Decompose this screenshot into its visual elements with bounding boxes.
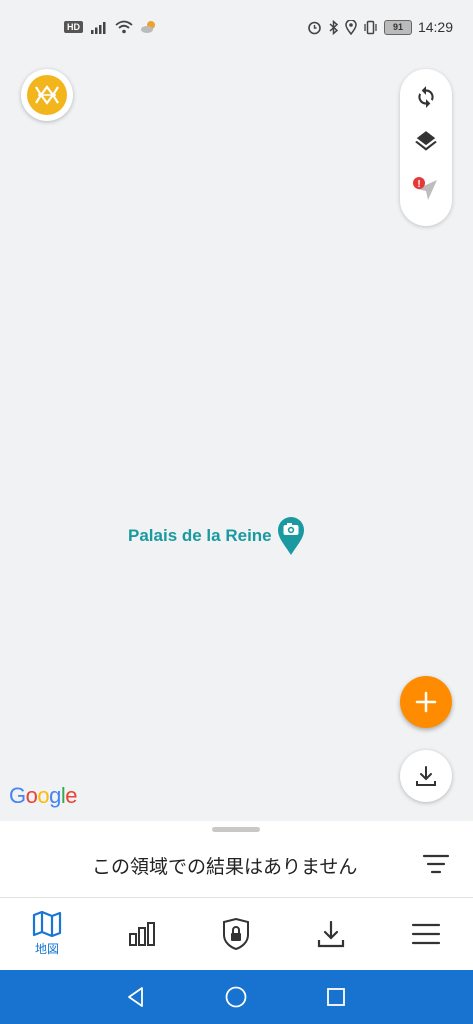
camera-pin-icon	[277, 517, 304, 555]
google-logo-letter: o	[25, 783, 38, 808]
home-button[interactable]	[223, 984, 249, 1010]
status-bar: HD 91 14:29	[0, 0, 473, 60]
location-icon	[345, 19, 357, 35]
filter-button[interactable]	[422, 853, 450, 881]
download-icon	[317, 920, 345, 948]
back-icon	[128, 987, 143, 1007]
google-logo-letter: g	[49, 783, 61, 808]
nav-item-security[interactable]	[189, 898, 283, 970]
status-right: 91 14:29	[307, 19, 453, 35]
signal-icon	[91, 21, 106, 34]
recents-button[interactable]	[323, 984, 349, 1010]
results-sheet[interactable]: この領域での結果はありません	[0, 821, 473, 897]
logo-icon	[35, 85, 59, 105]
download-icon	[416, 766, 436, 786]
add-button[interactable]	[400, 676, 452, 728]
bar-chart-icon	[129, 922, 155, 946]
wifi-icon	[115, 20, 133, 34]
map-controls: !	[400, 69, 452, 226]
nav-item-map[interactable]: 地図	[0, 898, 94, 970]
nav-label-map: 地図	[34, 942, 59, 956]
clock: 14:29	[417, 19, 453, 35]
refresh-icon	[418, 86, 434, 108]
map-icon	[32, 911, 62, 937]
status-left: HD	[64, 20, 157, 34]
battery-indicator: 91	[383, 19, 412, 35]
back-button[interactable]	[123, 984, 149, 1010]
plus-icon	[415, 691, 437, 713]
sheet-drag-handle[interactable]	[212, 827, 260, 832]
google-logo-letter: G	[9, 783, 26, 808]
poi-label: Palais de la Reine	[128, 526, 272, 545]
alarm-icon	[308, 21, 321, 34]
vibrate-icon	[364, 20, 377, 34]
layers-button[interactable]	[400, 121, 452, 165]
no-results-message: この領域での結果はありません	[92, 856, 358, 878]
poi-marker[interactable]: Palais de la Reine	[128, 516, 306, 556]
nav-item-stats[interactable]	[95, 898, 189, 970]
google-logo-letter: o	[37, 783, 50, 808]
hd-badge: HD	[64, 21, 83, 33]
my-location-button[interactable]: !	[400, 169, 452, 213]
shield-lock-icon	[223, 918, 249, 950]
download-map-button[interactable]	[400, 750, 452, 802]
profile-button[interactable]	[21, 69, 73, 121]
home-icon	[225, 986, 247, 1008]
bluetooth-icon	[329, 19, 339, 35]
bottom-nav: 地図	[0, 898, 473, 970]
nav-item-downloads[interactable]	[284, 898, 378, 970]
menu-icon	[411, 923, 441, 945]
nav-item-menu[interactable]	[379, 898, 473, 970]
system-nav-bar	[0, 970, 473, 1024]
location-arrow-icon: !	[413, 177, 437, 200]
recents-icon	[327, 988, 345, 1006]
profile-avatar	[27, 75, 67, 115]
refresh-button[interactable]	[400, 75, 452, 119]
alert-badge: !	[417, 179, 420, 190]
google-logo: Google	[9, 783, 78, 809]
weather-icon	[141, 21, 155, 33]
filter-icon	[422, 854, 450, 874]
google-logo-letter: e	[65, 783, 78, 808]
layers-icon	[415, 131, 437, 151]
